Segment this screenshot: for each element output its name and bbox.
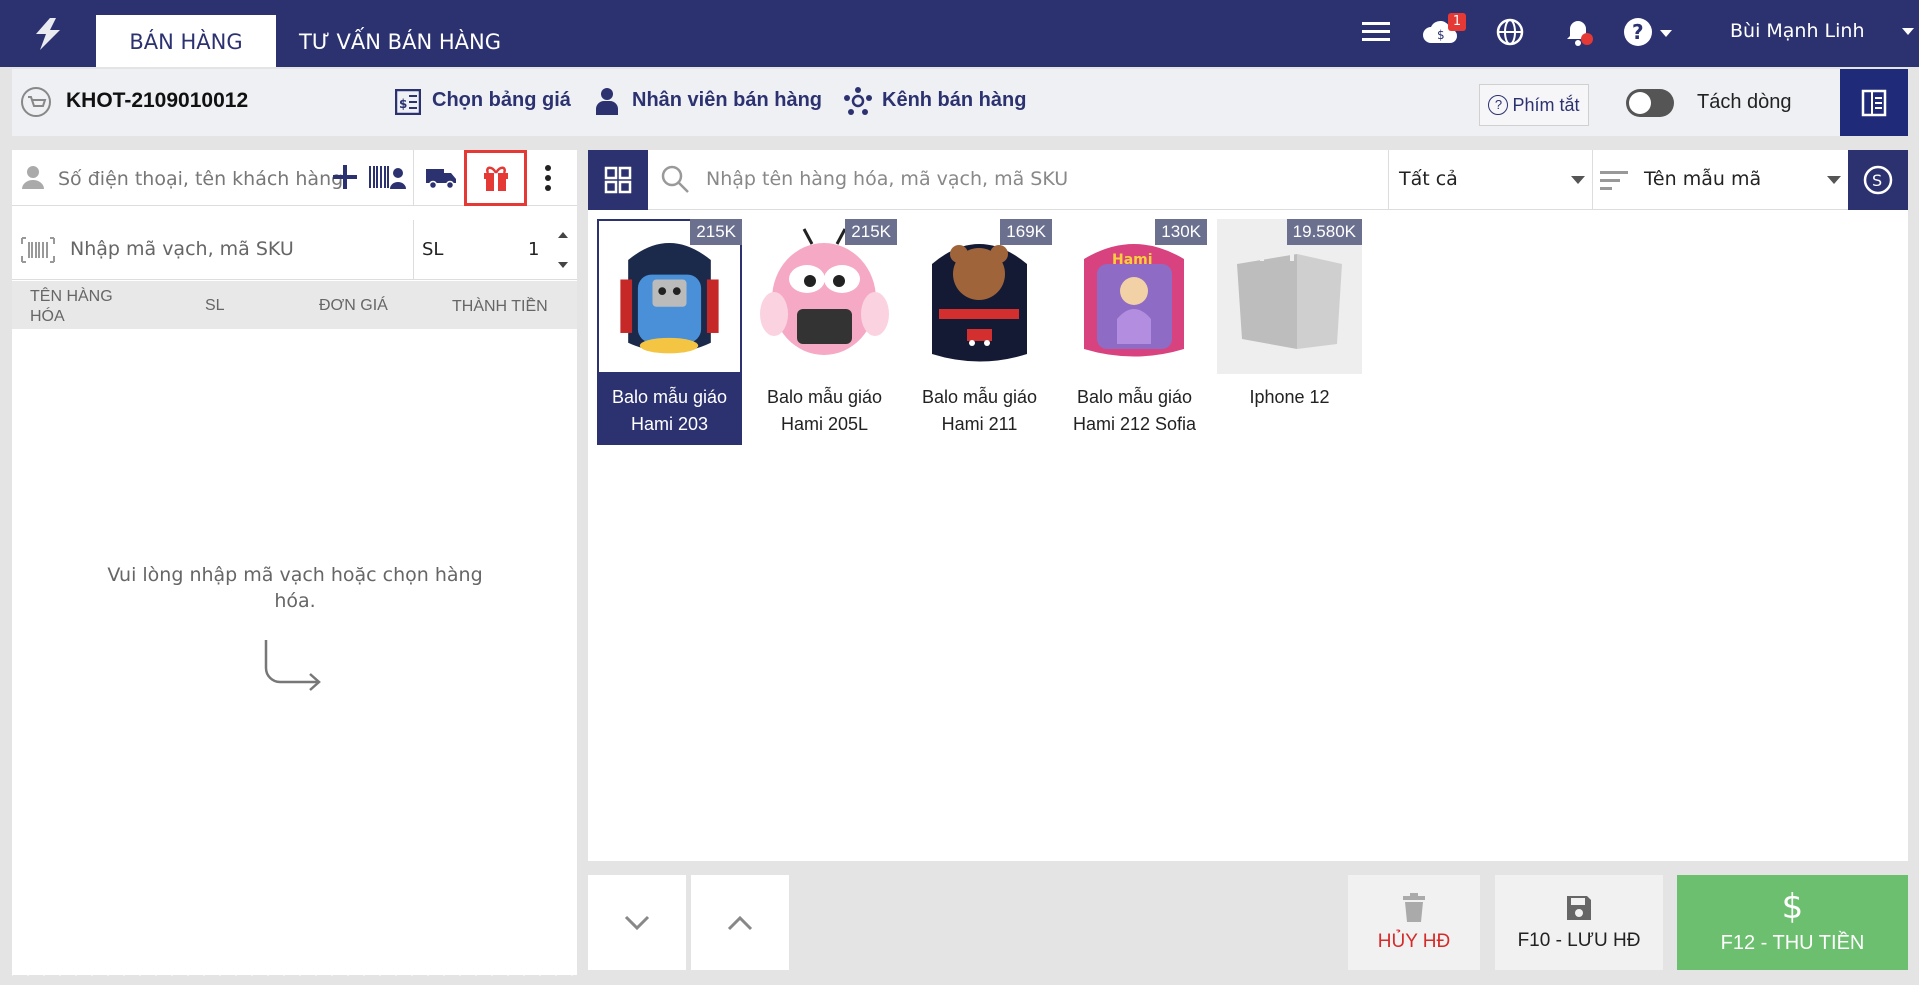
gift-icon (483, 166, 508, 191)
add-customer-icon[interactable] (331, 163, 359, 195)
cancel-invoice-label: HỦY HĐ (1377, 930, 1451, 952)
user-menu-caret-icon[interactable] (1902, 28, 1914, 35)
svg-text:Hami: Hami (1112, 252, 1153, 268)
category-filter-value: Tất cả (1399, 168, 1458, 190)
split-line-label: Tách dòng (1697, 91, 1792, 113)
app-logo-icon[interactable] (28, 14, 68, 54)
product-name: Balo mẫu giáo Hami 203 (611, 387, 728, 434)
chevron-down-icon (624, 915, 650, 930)
cart-icon (20, 86, 52, 122)
product-price-badge: 19.580K (1286, 219, 1362, 245)
product-card[interactable]: Hami 130K Balo mẫu giáo Hami 212 Sofia (1062, 219, 1207, 445)
category-chevron-down-icon[interactable] (1571, 176, 1585, 184)
question-circle-icon: ? (1488, 95, 1509, 115)
choose-price-table-link[interactable]: Chọn bảng giá (432, 89, 571, 112)
globe-icon[interactable] (1492, 14, 1528, 50)
sku-input[interactable]: Nhập mã vạch, mã SKU (70, 238, 294, 260)
product-card[interactable]: 215K Balo mẫu giáo Hami 203 (597, 219, 742, 445)
save-invoice-label: F10 - LƯU HĐ (1517, 929, 1641, 951)
person-icon (20, 164, 46, 194)
product-name: Iphone 12 (1249, 387, 1330, 407)
save-invoice-button[interactable]: F10 - LƯU HĐ (1495, 875, 1663, 970)
product-name: Balo mẫu giáo Hami 212 Sofia (1072, 387, 1197, 434)
side-panel-button[interactable] (1840, 69, 1908, 136)
barcode-customer-icon[interactable] (368, 164, 408, 194)
divider (413, 150, 414, 206)
price-toggle-button[interactable]: S (1848, 150, 1908, 210)
help-caret-icon[interactable] (1660, 30, 1672, 37)
collect-payment-label: F12 - THU TIỀN (1720, 932, 1865, 954)
product-name: Balo mẫu giáo Hami 205L (766, 387, 883, 434)
more-options-icon[interactable] (544, 164, 552, 196)
svg-text:?: ? (1632, 20, 1644, 44)
search-icon (660, 164, 690, 198)
turn-right-arrow-icon (262, 638, 326, 700)
trash-icon (1403, 892, 1425, 922)
help-icon[interactable]: ? (1620, 14, 1656, 50)
scroll-up-button[interactable] (691, 875, 789, 970)
document-list-icon (1861, 89, 1887, 116)
product-price-badge: 215K (690, 219, 742, 245)
dollar-circle-icon: S (1863, 165, 1893, 195)
sales-staff-link[interactable]: Nhân viên bán hàng (632, 89, 822, 112)
sales-staff-icon[interactable] (593, 86, 621, 120)
quantity-increase-icon[interactable] (558, 232, 568, 238)
sort-icon (1600, 168, 1628, 196)
collect-payment-button[interactable]: $ F12 - THU TIỀN (1677, 875, 1908, 970)
dollar-icon: $ (1781, 887, 1804, 927)
quantity-decrease-icon[interactable] (558, 262, 568, 268)
product-card[interactable]: 215K Balo mẫu giáo Hami 205L (752, 219, 897, 445)
save-disk-icon (1567, 895, 1591, 920)
barcode-icon (20, 236, 56, 268)
empty-cart-message: Vui lòng nhập mã vạch hoặc chọn hàng hóa… (107, 564, 483, 612)
product-name: Balo mẫu giáo Hami 211 (921, 387, 1038, 434)
order-code: KHOT-2109010012 (66, 89, 249, 112)
product-card[interactable]: 19.580K Iphone 12 (1217, 219, 1362, 445)
grid-icon (604, 166, 632, 194)
product-card[interactable]: 169K Balo mẫu giáo Hami 211 (907, 219, 1052, 445)
product-search-input[interactable]: Nhập tên hàng hóa, mã vạch, mã SKU (706, 168, 1068, 190)
receipt-edge (12, 962, 577, 976)
svg-text:$: $ (1437, 28, 1445, 42)
product-price-badge: 169K (1000, 219, 1052, 245)
product-price-badge: 130K (1155, 219, 1207, 245)
chevron-up-icon (727, 915, 753, 930)
product-price-badge: 215K (845, 219, 897, 245)
column-qty-header: SL (205, 297, 225, 314)
column-unit-price-header: ĐƠN GIÁ (319, 297, 388, 314)
notification-badge: 1 (1448, 13, 1466, 31)
column-total-header: THÀNH TIỀN (452, 298, 548, 315)
user-name[interactable]: Bùi Mạnh Linh (1730, 20, 1865, 42)
sort-filter-value: Tên mẫu mã (1644, 168, 1762, 190)
sales-channel-icon[interactable] (842, 86, 874, 120)
svg-text:$: $ (399, 97, 407, 111)
column-name-header: TÊN HÀNG HÓA (30, 288, 113, 325)
promotion-gift-button[interactable] (464, 150, 527, 206)
delivery-truck-icon[interactable] (425, 166, 457, 194)
sort-chevron-down-icon[interactable] (1827, 176, 1841, 184)
sales-channel-link[interactable]: Kênh bán hàng (882, 89, 1026, 112)
scroll-down-button[interactable] (588, 875, 686, 970)
quantity-label: SL (422, 239, 444, 260)
svg-text:S: S (1872, 171, 1882, 190)
quantity-value[interactable]: 1 (528, 239, 539, 260)
shortcut-label: Phím tắt (1512, 94, 1580, 115)
grid-view-button[interactable] (588, 150, 648, 210)
shortcut-button[interactable]: ? Phím tắt (1479, 84, 1589, 126)
tab-tu-van-ban-hang[interactable]: TƯ VẤN BÁN HÀNG (290, 15, 510, 67)
bell-icon[interactable] (1560, 14, 1596, 50)
customer-search-input[interactable]: Số điện thoại, tên khách hàng (58, 168, 343, 190)
tab-ban-hang[interactable]: BÁN HÀNG (96, 15, 276, 67)
split-line-toggle[interactable] (1626, 89, 1674, 117)
price-table-icon[interactable]: $ (394, 88, 422, 119)
cancel-invoice-button[interactable]: HỦY HĐ (1348, 875, 1480, 970)
menu-icon[interactable] (1358, 14, 1394, 50)
